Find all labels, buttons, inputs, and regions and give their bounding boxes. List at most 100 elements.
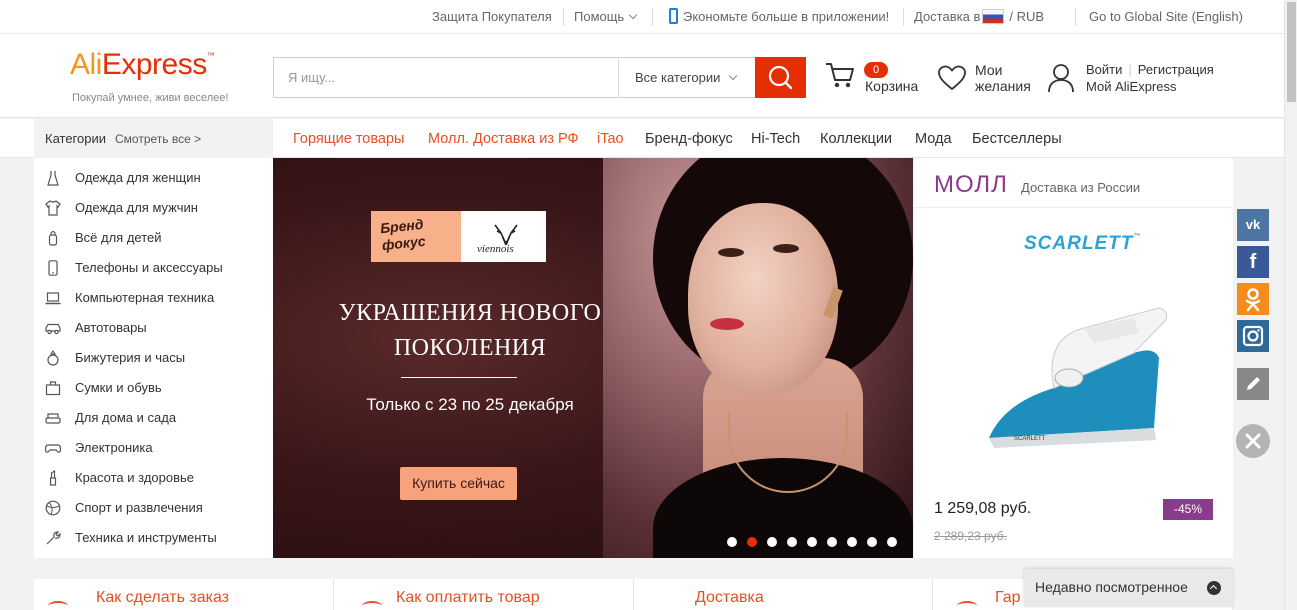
category-electronics[interactable]: Электроника (34, 433, 273, 463)
category-sport[interactable]: Спорт и развлечения (34, 493, 273, 523)
close-icon (1245, 433, 1261, 449)
pencil-icon (1247, 377, 1260, 390)
cart-link[interactable]: Корзина (865, 78, 918, 94)
instagram-share-button[interactable] (1237, 320, 1269, 352)
cart-count-badge: 0 (864, 62, 888, 78)
page-scrollbar[interactable] (1284, 0, 1297, 610)
odnoklassniki-share-button[interactable] (1237, 283, 1269, 315)
global-site-link[interactable]: Go to Global Site (English) (1089, 0, 1243, 34)
nav-link-fashion[interactable]: Мода (915, 119, 952, 158)
category-kids[interactable]: Всё для детей (34, 223, 273, 253)
login-link[interactable]: Войти (1086, 62, 1122, 77)
mall-header[interactable]: МОЛЛ Доставка из России (914, 158, 1233, 208)
hero-title: УКРАШЕНИЯ НОВОГО ПОКОЛЕНИЯ (338, 300, 602, 361)
logo-trademark: ™ (206, 51, 215, 60)
carousel-dot[interactable] (847, 537, 857, 547)
facebook-share-button[interactable]: f (1237, 246, 1269, 278)
help-label: Помощь (574, 9, 625, 24)
brand-trademark: ™ (1133, 233, 1142, 240)
ball-icon (45, 500, 61, 516)
category-jewelry[interactable]: Бижутерия и часы (34, 343, 273, 373)
register-link[interactable]: Регистрация (1138, 62, 1214, 77)
category-label: Одежда для мужчин (75, 200, 198, 215)
carousel-dot[interactable] (747, 537, 757, 547)
ship-to-currency-selector[interactable]: Доставка в / RUB (914, 0, 1044, 34)
close-share-button[interactable] (1236, 424, 1270, 458)
nav-link-collections[interactable]: Коллекции (820, 119, 892, 158)
info-delivery[interactable]: Доставка (634, 579, 933, 610)
top-bar: Защита Покупателя Помощь Экономьте больш… (0, 0, 1284, 34)
carousel-dot[interactable] (727, 537, 737, 547)
steam-iron-image[interactable]: SCARLETT (984, 298, 1174, 458)
category-bags[interactable]: Сумки и обувь (34, 373, 273, 403)
category-home[interactable]: Для дома и сада (34, 403, 273, 433)
nav-link-hi-tech[interactable]: Hi-Tech (751, 119, 800, 158)
brand-focus-tile: Бренд фокус (371, 211, 461, 262)
main-nav: Категории Смотреть все > Горящие товары М… (0, 119, 1284, 158)
sofa-icon (45, 413, 61, 424)
hero-subtitle: Только с 23 по 25 декабря (366, 395, 574, 414)
banner-model-eye (718, 248, 744, 257)
hero-divider (401, 377, 517, 378)
discount-badge: -45% (1163, 499, 1213, 520)
info-how-to-pay[interactable]: Как оплатить товар (334, 579, 634, 610)
category-sidebar: Одежда для женщин Одежда для мужчин Всё … (34, 158, 273, 558)
dress-icon (47, 171, 59, 186)
categories-header[interactable]: Категории Смотреть все > (34, 119, 273, 158)
nav-link-bestsellers[interactable]: Бестселлеры (972, 119, 1062, 158)
category-auto[interactable]: Автотовары (34, 313, 273, 343)
my-aliexpress-link[interactable]: Мой AliExpress (1086, 79, 1177, 94)
phone-icon (48, 260, 58, 276)
chevron-down-icon (628, 10, 638, 20)
hero-banner[interactable]: Бренд фокус viennois УКРАШЕНИЯ НОВОГО ПО… (273, 158, 913, 558)
carousel-dot[interactable] (827, 537, 837, 547)
search-category-select[interactable]: Все категории (618, 58, 756, 97)
wishlist-link[interactable]: Мои желания (975, 62, 1035, 94)
aliexpress-logo[interactable]: AliExpress™ (70, 48, 215, 82)
category-label: Автотовары (75, 320, 147, 335)
category-computers[interactable]: Компьютерная техника (34, 283, 273, 313)
info-label: Как оплатить товар (396, 589, 540, 606)
nav-link-brand-focus[interactable]: Бренд-фокус (645, 119, 733, 158)
nav-link-hot-deals[interactable]: Горящие товары (293, 119, 404, 158)
mall-subtitle: Доставка из России (1021, 180, 1141, 195)
see-all-link[interactable]: Смотреть все > (115, 132, 201, 146)
scrollbar-thumb[interactable] (1287, 2, 1296, 102)
category-women[interactable]: Одежда для женщин (34, 163, 273, 193)
recently-viewed-bar[interactable]: Недавно посмотренное (1024, 569, 1233, 607)
recently-viewed-label: Недавно посмотренное (1035, 579, 1188, 595)
bag-icon (45, 381, 61, 396)
help-menu[interactable]: Помощь (574, 0, 638, 34)
category-tools[interactable]: Техника и инструменты (34, 523, 273, 553)
search-bar: Все категории (273, 57, 806, 98)
divider (563, 8, 564, 26)
carousel-dot[interactable] (887, 537, 897, 547)
currency-separator: / (1009, 9, 1013, 24)
old-price: 2 289,23 руб. (934, 529, 1007, 543)
vk-share-button[interactable]: vk (1237, 209, 1269, 241)
cart-icon[interactable] (824, 60, 856, 90)
carousel-dot[interactable] (787, 537, 797, 547)
buy-now-button[interactable]: Купить сейчас (400, 467, 517, 500)
heart-icon[interactable] (937, 64, 967, 92)
site-header: AliExpress™ Покупай умнее, живи веселее!… (0, 34, 1284, 118)
category-label: Электроника (75, 440, 153, 455)
app-promo-link[interactable]: Экономьте больше в приложении! (669, 0, 889, 34)
carousel-dot[interactable] (767, 537, 777, 547)
ring-icon (47, 350, 59, 366)
category-phones[interactable]: Телефоны и аксессуары (34, 253, 273, 283)
carousel-dot[interactable] (867, 537, 877, 547)
search-input[interactable] (274, 58, 617, 97)
buyer-protection-link[interactable]: Защита Покупателя (432, 0, 552, 34)
info-how-to-order[interactable]: Как сделать заказ (34, 579, 334, 610)
category-beauty[interactable]: Красота и здоровье (34, 463, 273, 493)
nav-link-itao[interactable]: iTao (597, 119, 624, 158)
brand-focus-label: Бренд фокус (379, 215, 427, 254)
odnoklassniki-icon (1245, 288, 1261, 312)
nav-link-mall[interactable]: Молл. Доставка из РФ (428, 119, 579, 158)
search-button[interactable] (755, 57, 806, 98)
search-category-label: Все категории (635, 70, 721, 85)
category-men[interactable]: Одежда для мужчин (34, 193, 273, 223)
feedback-button[interactable] (1237, 368, 1269, 400)
carousel-dot[interactable] (807, 537, 817, 547)
